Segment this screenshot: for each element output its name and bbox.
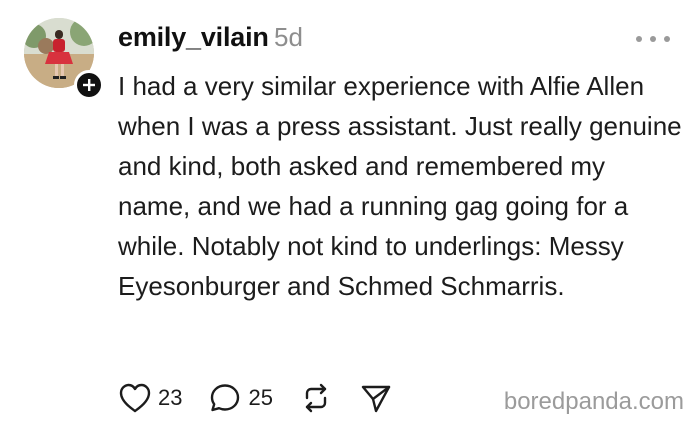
repost-icon	[305, 383, 327, 413]
plus-icon	[83, 79, 95, 91]
thread-post: emily_vilain 5d I had a very similar exp…	[0, 0, 700, 425]
comment-icon	[211, 384, 240, 412]
like-count: 23	[158, 385, 183, 410]
share-button[interactable]	[359, 382, 393, 414]
post-username[interactable]: emily_vilain	[118, 22, 269, 53]
heart-icon	[119, 383, 151, 413]
like-button[interactable]: 23	[118, 382, 182, 414]
post-action-bar: 23 25	[118, 380, 419, 416]
more-dots-icon[interactable]	[636, 34, 670, 44]
avatar-container[interactable]	[24, 18, 104, 100]
reply-count: 25	[248, 385, 273, 410]
reply-button[interactable]: 25	[208, 382, 273, 414]
follow-button[interactable]	[74, 70, 104, 100]
watermark-text: boredpanda.com	[503, 388, 684, 415]
post-body-text: I had a very similar experience with Alf…	[118, 71, 682, 301]
post-timestamp: 5d	[274, 22, 303, 52]
send-icon	[361, 385, 391, 413]
repost-button[interactable]	[299, 382, 333, 414]
